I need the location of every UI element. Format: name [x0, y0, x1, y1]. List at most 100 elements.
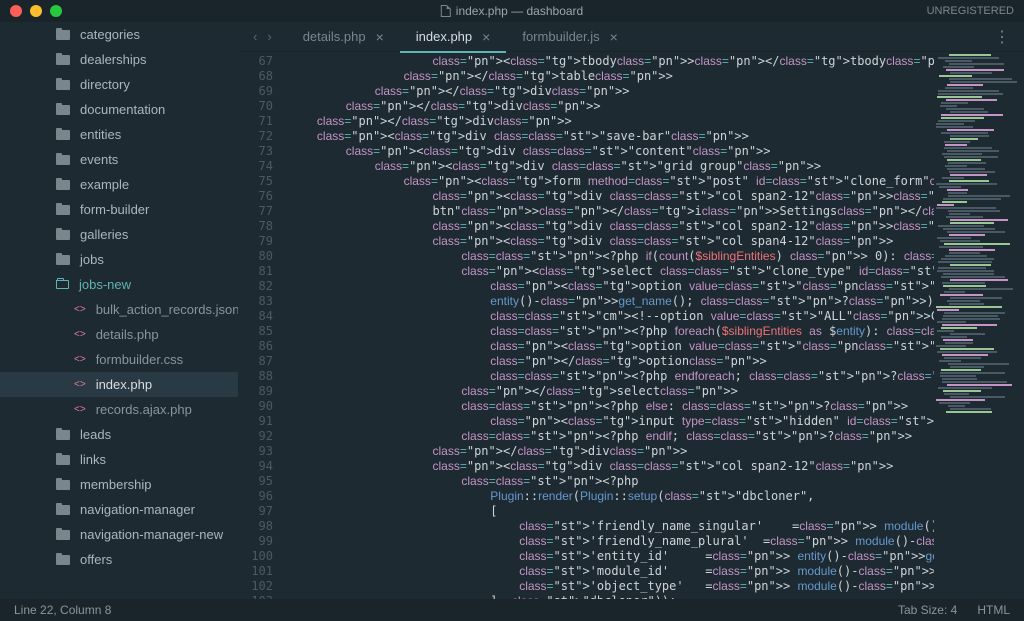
- sidebar-item-index-php[interactable]: <> index.php: [0, 372, 238, 397]
- document-icon: [441, 5, 451, 17]
- cursor-position[interactable]: Line 22, Column 8: [14, 603, 111, 617]
- sidebar-item-label: jobs-new: [79, 277, 131, 292]
- sidebar-item-label: galleries: [80, 227, 128, 242]
- tab-back-icon[interactable]: ‹: [253, 29, 257, 44]
- status-right: Tab Size: 4 HTML: [898, 603, 1010, 617]
- sidebar-item-offers[interactable]: offers: [0, 547, 238, 572]
- sidebar-item-events[interactable]: events: [0, 147, 238, 172]
- code-editor[interactable]: class="pn"><class="tg">tbodyclass="pn">>…: [288, 52, 934, 599]
- folder-icon: [56, 430, 70, 440]
- editor-area: ‹ › details.php×index.php×formbuilder.js…: [238, 22, 1024, 599]
- file-icon: <>: [74, 304, 86, 315]
- sidebar-item-label: records.ajax.php: [96, 402, 192, 417]
- tab-size-indicator[interactable]: Tab Size: 4: [898, 603, 957, 617]
- sidebar-item-directory[interactable]: directory: [0, 72, 238, 97]
- status-bar: Line 22, Column 8 Tab Size: 4 HTML: [0, 599, 1024, 621]
- tab-close-icon[interactable]: ×: [376, 29, 384, 45]
- file-icon: <>: [74, 354, 86, 365]
- sidebar-item-label: categories: [80, 27, 140, 42]
- folder-icon: [56, 455, 70, 465]
- tab-forward-icon[interactable]: ›: [267, 29, 271, 44]
- sidebar-item-label: entities: [80, 127, 121, 142]
- tab-close-icon[interactable]: ×: [610, 29, 618, 45]
- sidebar-item-label: formbuilder.css: [96, 352, 183, 367]
- tab-bar: ‹ › details.php×index.php×formbuilder.js…: [238, 22, 1024, 52]
- folder-icon: [56, 205, 70, 215]
- tab-label: details.php: [303, 29, 366, 44]
- sidebar-item-galleries[interactable]: galleries: [0, 222, 238, 247]
- sidebar-item-formbuilder-css[interactable]: <> formbuilder.css: [0, 347, 238, 372]
- file-icon: <>: [74, 404, 86, 415]
- sidebar-item-categories[interactable]: categories: [0, 22, 238, 47]
- close-window-button[interactable]: [10, 5, 22, 17]
- sidebar-item-links[interactable]: links: [0, 447, 238, 472]
- sidebar-item-membership[interactable]: membership: [0, 472, 238, 497]
- tab-label: formbuilder.js: [522, 29, 599, 44]
- minimap[interactable]: [934, 52, 1024, 599]
- tab-formbuilder-js[interactable]: formbuilder.js ×: [506, 22, 634, 52]
- folder-icon: [56, 280, 69, 289]
- tabs-container: details.php × index.php × formbuilder.js ×: [287, 22, 634, 52]
- line-gutter: 67 68 69 70 71 72 73 74 75 76 77 78 79 8…: [238, 52, 288, 599]
- folder-icon: [56, 230, 70, 240]
- sidebar: categories dealerships directory documentat…: [0, 22, 238, 599]
- sidebar-item-label: form-builder: [80, 202, 149, 217]
- folder-icon: [56, 55, 70, 65]
- tab-close-icon[interactable]: ×: [482, 29, 490, 45]
- sidebar-item-label: leads: [80, 427, 111, 442]
- sidebar-item-documentation[interactable]: documentation: [0, 97, 238, 122]
- syntax-indicator[interactable]: HTML: [977, 603, 1010, 617]
- folder-icon: [56, 530, 70, 540]
- sidebar-item-label: jobs: [80, 252, 104, 267]
- sidebar-item-label: navigation-manager-new: [80, 527, 223, 542]
- folder-icon: [56, 105, 70, 115]
- tab-overflow-icon[interactable]: ⋮: [980, 27, 1024, 47]
- sidebar-item-label: documentation: [80, 102, 165, 117]
- window-title: index.php — dashboard: [441, 4, 583, 18]
- sidebar-item-label: bulk_action_records.json.php: [96, 302, 238, 317]
- folder-icon: [56, 505, 70, 515]
- sidebar-item-bulk-action-records-json-php[interactable]: <> bulk_action_records.json.php: [0, 297, 238, 322]
- minimize-window-button[interactable]: [30, 5, 42, 17]
- sidebar-item-leads[interactable]: leads: [0, 422, 238, 447]
- file-icon: <>: [74, 329, 86, 340]
- sidebar-item-details-php[interactable]: <> details.php: [0, 322, 238, 347]
- code-wrap: 67 68 69 70 71 72 73 74 75 76 77 78 79 8…: [238, 52, 1024, 599]
- sidebar-item-label: links: [80, 452, 106, 467]
- sidebar-item-label: membership: [80, 477, 152, 492]
- sidebar-item-jobs[interactable]: jobs: [0, 247, 238, 272]
- folder-icon: [56, 130, 70, 140]
- file-icon: <>: [74, 379, 86, 390]
- folder-icon: [56, 30, 70, 40]
- unregistered-label: UNREGISTERED: [927, 5, 1014, 17]
- sidebar-item-jobs-new[interactable]: jobs-new: [0, 272, 238, 297]
- traffic-lights: [0, 5, 62, 17]
- sidebar-item-label: events: [80, 152, 118, 167]
- sidebar-item-label: details.php: [96, 327, 159, 342]
- sidebar-item-navigation-manager-new[interactable]: navigation-manager-new: [0, 522, 238, 547]
- folder-icon: [56, 555, 70, 565]
- sidebar-item-form-builder[interactable]: form-builder: [0, 197, 238, 222]
- folder-icon: [56, 180, 70, 190]
- sidebar-item-dealerships[interactable]: dealerships: [0, 47, 238, 72]
- maximize-window-button[interactable]: [50, 5, 62, 17]
- sidebar-item-entities[interactable]: entities: [0, 122, 238, 147]
- folder-icon: [56, 255, 70, 265]
- sidebar-item-label: directory: [80, 77, 130, 92]
- sidebar-item-label: dealerships: [80, 52, 147, 67]
- sidebar-item-example[interactable]: example: [0, 172, 238, 197]
- sidebar-item-navigation-manager[interactable]: navigation-manager: [0, 497, 238, 522]
- tab-label: index.php: [416, 29, 472, 44]
- title-bar: index.php — dashboard UNREGISTERED: [0, 0, 1024, 22]
- sidebar-item-label: index.php: [96, 377, 152, 392]
- sidebar-item-label: navigation-manager: [80, 502, 195, 517]
- tab-details-php[interactable]: details.php ×: [287, 22, 400, 52]
- window-title-text: index.php — dashboard: [456, 4, 583, 18]
- sidebar-item-label: offers: [80, 552, 112, 567]
- sidebar-item-records-ajax-php[interactable]: <> records.ajax.php: [0, 397, 238, 422]
- folder-icon: [56, 480, 70, 490]
- main-area: categories dealerships directory documentat…: [0, 22, 1024, 599]
- tab-nav-arrows: ‹ ›: [238, 29, 287, 44]
- sidebar-item-label: example: [80, 177, 129, 192]
- tab-index-php[interactable]: index.php ×: [400, 22, 507, 52]
